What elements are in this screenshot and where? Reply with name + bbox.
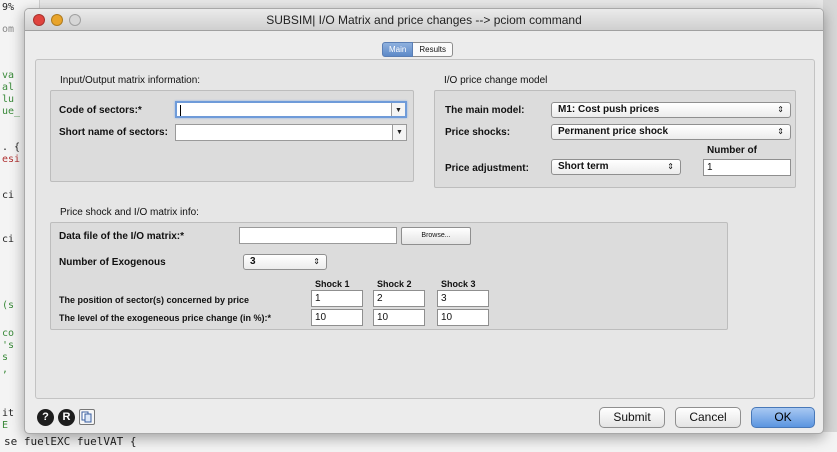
editor-line: s — [2, 352, 9, 363]
zoom-window-button[interactable] — [69, 14, 81, 26]
level-shock-1-input[interactable]: 10 — [311, 309, 363, 326]
shock-header-1: Shock 1 — [315, 279, 350, 289]
price-adjustment-label: Price adjustment: — [445, 163, 529, 174]
io-matrix-group-title: Input/Output matrix information: — [60, 75, 201, 86]
level-shock-2-input[interactable]: 10 — [373, 309, 425, 326]
close-window-button[interactable] — [33, 14, 45, 26]
position-shock-1-input[interactable]: 1 — [311, 290, 363, 307]
editor-line: esi — [2, 154, 21, 165]
code-of-sectors-label: Code of sectors:* — [59, 105, 142, 116]
tab-results[interactable]: Results — [413, 42, 454, 57]
short-name-combo[interactable]: ▼ — [175, 124, 407, 141]
main-model-label: The main model: — [445, 105, 525, 116]
price-adjustment-value: Short term — [558, 161, 609, 172]
editor-line: it — [2, 408, 15, 419]
editor-line: om — [2, 24, 15, 35]
minimize-window-button[interactable] — [51, 14, 63, 26]
cancel-button[interactable]: Cancel — [675, 407, 741, 428]
exogenous-value: 3 — [250, 256, 256, 267]
chevron-down-icon[interactable]: ▼ — [392, 125, 406, 140]
price-shocks-select[interactable]: Permanent price shock ⇕ — [551, 124, 791, 140]
editor-line: co — [2, 328, 15, 339]
level-label: The level of the exogeneous price change… — [59, 313, 272, 323]
editor-line: (s — [2, 300, 15, 311]
editor-line: . { — [2, 142, 21, 153]
editor-line: 's — [2, 340, 15, 351]
shock-info-group: Data file of the I/O matrix:* Browse... … — [50, 222, 728, 330]
shock-header-3: Shock 3 — [441, 279, 476, 289]
browse-button[interactable]: Browse... — [401, 227, 471, 245]
editor-line: lu — [2, 94, 15, 105]
submit-button[interactable]: Submit — [599, 407, 665, 428]
price-adjustment-select[interactable]: Short term ⇕ — [551, 159, 681, 175]
short-name-label: Short name of sectors: — [59, 127, 168, 138]
position-shock-2-input[interactable]: 2 — [373, 290, 425, 307]
editor-line: al — [2, 82, 15, 93]
tab-bar: Main Results — [382, 42, 454, 57]
position-shock-3-input[interactable]: 3 — [437, 290, 489, 307]
shock-info-group-title: Price shock and I/O matrix info: — [60, 207, 199, 218]
main-panel: Input/Output matrix information: Code of… — [35, 59, 815, 399]
level-shock-3-input[interactable]: 10 — [437, 309, 489, 326]
price-shocks-label: Price shocks: — [445, 127, 511, 138]
ok-button[interactable]: OK — [751, 407, 815, 428]
window-title: SUBSIM| I/O Matrix and price changes -->… — [266, 13, 582, 27]
data-file-label: Data file of the I/O matrix:* — [59, 231, 185, 242]
editor-line: ci — [2, 234, 15, 245]
main-model-value: M1: Cost push prices — [558, 104, 660, 115]
copy-icon[interactable] — [79, 409, 95, 425]
reset-icon[interactable]: R — [58, 409, 75, 426]
number-of-input[interactable]: 1 — [703, 159, 791, 176]
number-of-label: Number of — [707, 145, 757, 156]
price-shocks-value: Permanent price shock — [558, 126, 669, 137]
editor-line: ci — [2, 190, 15, 201]
editor-line: 9% — [2, 2, 15, 13]
pciom-dialog: SUBSIM| I/O Matrix and price changes -->… — [24, 8, 824, 434]
editor-line: E — [2, 420, 9, 431]
exogenous-label: Number of Exogenous — [59, 257, 166, 268]
updown-arrows-icon: ⇕ — [777, 105, 784, 114]
shock-header-2: Shock 2 — [377, 279, 412, 289]
chevron-down-icon[interactable]: ▼ — [391, 103, 405, 116]
data-file-input[interactable] — [239, 227, 397, 244]
copy-icon-glyph — [81, 411, 92, 423]
background-right-strip — [823, 0, 837, 452]
updown-arrows-icon: ⇕ — [313, 257, 320, 266]
price-model-group: The main model: M1: Cost push prices ⇕ P… — [434, 90, 796, 188]
tab-main[interactable]: Main — [382, 42, 414, 57]
price-model-group-title: I/O price change model — [444, 75, 548, 86]
position-label: The position of sector(s) concerned by p… — [59, 295, 250, 305]
io-matrix-group: Code of sectors:* ▼ Short name of sector… — [50, 90, 414, 182]
text-caret — [180, 105, 181, 116]
code-of-sectors-combo[interactable]: ▼ — [175, 101, 407, 118]
editor-line: ue_ — [2, 106, 21, 117]
exogenous-select[interactable]: 3 ⇕ — [243, 254, 327, 270]
updown-arrows-icon: ⇕ — [777, 127, 784, 136]
help-icon[interactable]: ? — [37, 409, 54, 426]
editor-line: se fuelEXC fuelVAT { — [4, 435, 137, 448]
title-bar: SUBSIM| I/O Matrix and price changes -->… — [25, 9, 823, 31]
updown-arrows-icon: ⇕ — [667, 162, 674, 171]
background-editor-bottom: se fuelEXC fuelVAT { — [0, 432, 837, 452]
main-model-select[interactable]: M1: Cost push prices ⇕ — [551, 102, 791, 118]
editor-line: , — [2, 364, 9, 375]
editor-line: va — [2, 70, 15, 81]
